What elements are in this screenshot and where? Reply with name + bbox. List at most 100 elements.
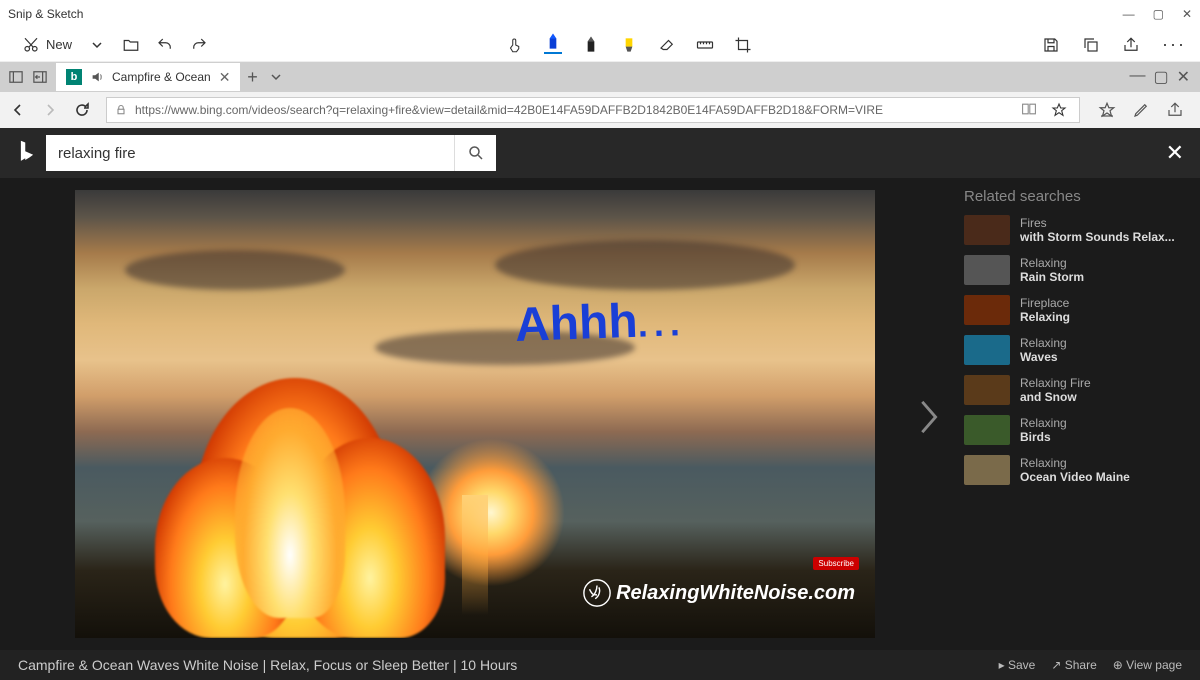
pencil-button[interactable] [582, 36, 600, 54]
related-line1: Relaxing [1020, 456, 1130, 470]
related-item[interactable]: FireplaceRelaxing [964, 295, 1186, 325]
related-line1: Relaxing [1020, 256, 1084, 270]
eraser-button[interactable] [658, 36, 676, 54]
related-line2: Rain Storm [1020, 270, 1084, 284]
window-maximize[interactable]: ▢ [1153, 7, 1164, 21]
browser-addressbar: https://www.bing.com/videos/search?q=rel… [0, 92, 1200, 128]
campfire [135, 338, 475, 638]
video-title: Campfire & Ocean Waves White Noise | Rel… [18, 657, 517, 673]
favorites-button[interactable] [1098, 101, 1116, 119]
video-info-bar: Campfire & Ocean Waves White Noise | Rel… [0, 650, 1200, 680]
url-text: https://www.bing.com/videos/search?q=rel… [135, 103, 883, 117]
window-minimize[interactable]: — [1123, 7, 1135, 21]
new-snip-icon [22, 36, 40, 54]
tabs-dropdown[interactable] [264, 65, 288, 89]
more-button[interactable]: ··· [1162, 34, 1186, 55]
related-line2: and Snow [1020, 390, 1091, 404]
subscribe-badge[interactable]: Subscribe [813, 557, 859, 570]
new-label: New [46, 37, 72, 52]
ballpoint-pen-button[interactable] [544, 36, 562, 54]
undo-icon [156, 36, 174, 54]
related-thumb [964, 415, 1010, 445]
related-thumb [964, 335, 1010, 365]
folder-open-icon [122, 36, 140, 54]
related-line2: Waves [1020, 350, 1067, 364]
bing-search-input[interactable] [46, 145, 454, 162]
bing-favicon-icon: b [66, 69, 82, 85]
next-video-button[interactable] [916, 398, 940, 436]
related-thumb [964, 375, 1010, 405]
tab-aside-button[interactable] [4, 65, 28, 89]
redo-button[interactable] [182, 32, 216, 58]
footer-save[interactable]: ▸ Save [999, 658, 1036, 672]
related-panel: Related searches Fireswith Storm Sounds … [950, 178, 1200, 650]
address-field[interactable]: https://www.bing.com/videos/search?q=rel… [106, 97, 1080, 123]
tab-close-button[interactable]: ✕ [219, 69, 231, 86]
undo-button[interactable] [148, 32, 182, 58]
related-thumb [964, 295, 1010, 325]
video-area: Ahhh... Subscribe RelaxingWhiteNoise.com [0, 178, 950, 650]
bing-video-page: ✕ Ahhh... Subscribe [0, 128, 1200, 680]
related-item[interactable]: RelaxingBirds [964, 415, 1186, 445]
highlighter-button[interactable] [620, 36, 638, 54]
ruler-button[interactable] [696, 36, 714, 54]
browser-tabbar: b Campfire & Ocean ✕ + — ▢ ✕ [0, 62, 1200, 92]
tab-title: Campfire & Ocean [112, 70, 211, 84]
footer-viewpage[interactable]: ⊕ View page [1113, 658, 1182, 672]
new-dropdown[interactable] [80, 32, 114, 58]
related-thumb [964, 255, 1010, 285]
related-item[interactable]: RelaxingOcean Video Maine [964, 455, 1186, 485]
tab-set-aside-button[interactable] [28, 65, 52, 89]
window-close[interactable]: ✕ [1182, 7, 1192, 21]
chevron-down-icon [88, 36, 106, 54]
related-line1: Relaxing [1020, 416, 1067, 430]
browser-share-button[interactable] [1166, 101, 1184, 119]
related-line1: Fireplace [1020, 296, 1070, 310]
forward-button[interactable] [42, 102, 62, 118]
reading-view-icon[interactable] [1021, 102, 1037, 118]
save-button[interactable] [1042, 36, 1060, 54]
browser-minimize[interactable]: — [1129, 67, 1145, 87]
browser-maximize[interactable]: ▢ [1153, 67, 1168, 87]
open-file-button[interactable] [114, 32, 148, 58]
new-tab-button[interactable]: + [240, 65, 264, 89]
lock-icon [115, 104, 127, 116]
related-line1: Relaxing Fire [1020, 376, 1091, 390]
footer-share[interactable]: ↗ Share [1051, 658, 1096, 672]
video-player[interactable]: Ahhh... Subscribe RelaxingWhiteNoise.com [75, 190, 875, 638]
related-thumb [964, 215, 1010, 245]
browser-tab[interactable]: b Campfire & Ocean ✕ [56, 63, 240, 91]
related-item[interactable]: RelaxingWaves [964, 335, 1186, 365]
bing-logo-icon[interactable] [16, 139, 38, 167]
related-line2: with Storm Sounds Relax... [1020, 230, 1175, 244]
notes-button[interactable] [1132, 101, 1150, 119]
related-line2: Ocean Video Maine [1020, 470, 1130, 484]
new-snip-button[interactable]: New [14, 32, 80, 58]
share-button[interactable] [1122, 36, 1140, 54]
related-item[interactable]: RelaxingRain Storm [964, 255, 1186, 285]
related-item[interactable]: Relaxing Fireand Snow [964, 375, 1186, 405]
bing-close-button[interactable]: ✕ [1166, 140, 1184, 166]
related-line2: Birds [1020, 430, 1067, 444]
related-line2: Relaxing [1020, 310, 1070, 324]
snip-toolbar: New [0, 28, 1200, 62]
related-title: Related searches [964, 188, 1186, 205]
copy-button[interactable] [1082, 36, 1100, 54]
app-title: Snip & Sketch [8, 7, 83, 21]
audio-icon[interactable] [90, 70, 104, 84]
redo-icon [190, 36, 208, 54]
touch-writing-button[interactable] [506, 36, 524, 54]
back-button[interactable] [10, 102, 30, 118]
watermark: RelaxingWhiteNoise.com [582, 578, 855, 608]
browser-close[interactable]: ✕ [1177, 67, 1190, 87]
snip-titlebar: Snip & Sketch — ▢ ✕ [0, 0, 1200, 28]
bing-header: ✕ [0, 128, 1200, 178]
bing-search-button[interactable] [454, 135, 496, 171]
favorite-star-icon[interactable] [1051, 102, 1067, 118]
related-thumb [964, 455, 1010, 485]
related-line1: Fires [1020, 216, 1175, 230]
crop-button[interactable] [734, 36, 752, 54]
refresh-button[interactable] [74, 102, 94, 118]
related-item[interactable]: Fireswith Storm Sounds Relax... [964, 215, 1186, 245]
ink-annotation: Ahhh... [514, 292, 686, 353]
